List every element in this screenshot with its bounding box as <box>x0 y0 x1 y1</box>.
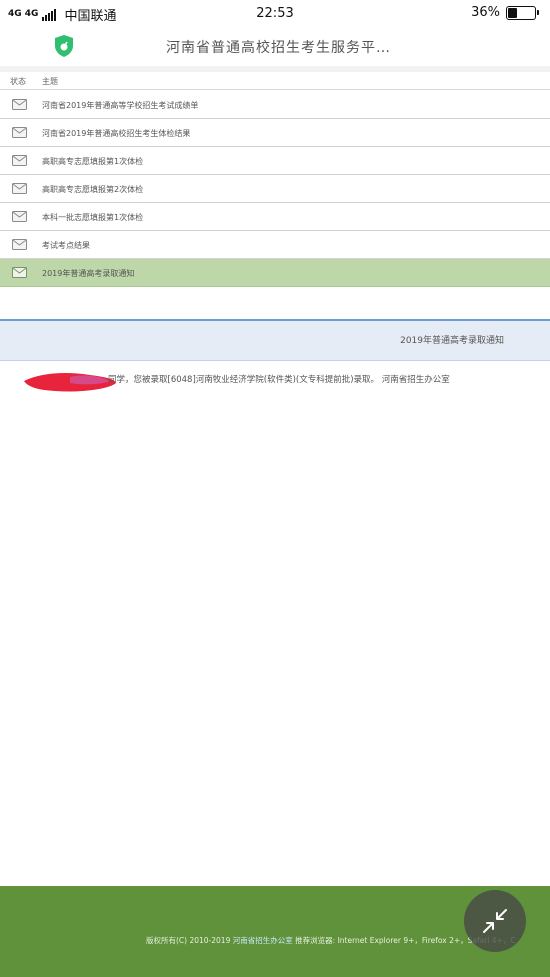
status-bar: 4G 4G 中国联通 22:53 36% <box>0 0 550 28</box>
notice-title: 2019年普通高考录取通知 <box>400 336 504 346</box>
mail-icon <box>12 267 27 278</box>
collapse-arrows-icon <box>483 909 507 933</box>
notice-body: 同学，您被录取[6048]河南牧业经济学院(软件类)(文专科提前批)录取。 河南… <box>108 375 450 385</box>
message-subject: 本科一批志愿填报第1次体检 <box>42 213 144 222</box>
message-row[interactable]: 高职高专志愿填报第2次体检 <box>0 175 550 203</box>
mail-icon <box>12 155 27 166</box>
mail-icon <box>12 99 27 110</box>
battery-percent: 36% <box>471 5 500 20</box>
title-bar: 河南省普通高校招生考生服务平… <box>0 28 550 66</box>
column-header-status: 状态 <box>10 77 26 86</box>
message-subject: 考试考点结果 <box>42 241 90 250</box>
mail-icon <box>12 239 27 250</box>
message-row[interactable]: 河南省2019年普通高等学校招生考试成绩单 <box>0 91 550 119</box>
notice-header: 2019年普通高考录取通知 <box>0 319 550 361</box>
status-right: 36% <box>471 5 539 20</box>
mail-icon <box>12 183 27 194</box>
message-subject: 河南省2019年普通高校招生考生体检结果 <box>42 129 191 138</box>
column-header-subject: 主题 <box>42 77 58 86</box>
message-subject: 高职高专志愿填报第2次体检 <box>42 185 144 194</box>
status-time: 22:53 <box>256 6 294 21</box>
page-title: 河南省普通高校招生考生服务平… <box>166 40 391 56</box>
redaction-mark <box>24 373 116 392</box>
message-row[interactable]: 高职高专志愿填报第1次体检 <box>0 147 550 175</box>
footer-text: 版权所有(C) 2010-2019 河南省招生办公室 推荐浏览器: Intern… <box>146 935 516 946</box>
message-subject: 河南省2019年普通高等学校招生考试成绩单 <box>42 101 199 110</box>
table-header: 状态 主题 <box>0 72 550 90</box>
message-row-selected[interactable]: 2019年普通高考录取通知 <box>0 259 550 287</box>
footer-copyright: 版权所有(C) 2010-2019 <box>146 936 231 945</box>
message-row[interactable]: 考试考点结果 <box>0 231 550 259</box>
shield-icon <box>55 35 73 57</box>
message-subject: 高职高专志愿填报第1次体检 <box>42 157 144 166</box>
message-row[interactable]: 本科一批志愿填报第1次体检 <box>0 203 550 231</box>
list-spacer <box>0 289 550 319</box>
mail-icon <box>12 127 27 138</box>
message-subject: 2019年普通高考录取通知 <box>42 269 135 278</box>
footer-org-link[interactable]: 河南省招生办公室 <box>233 936 293 945</box>
message-row[interactable]: 河南省2019年普通高校招生考生体检结果 <box>0 119 550 147</box>
collapse-button[interactable] <box>464 890 526 952</box>
footer-browser-label: 推荐浏览器: <box>295 936 336 945</box>
mail-icon <box>12 211 27 222</box>
battery-icon <box>506 5 539 20</box>
message-list: 河南省2019年普通高等学校招生考试成绩单 河南省2019年普通高校招生考生体检… <box>0 91 550 287</box>
